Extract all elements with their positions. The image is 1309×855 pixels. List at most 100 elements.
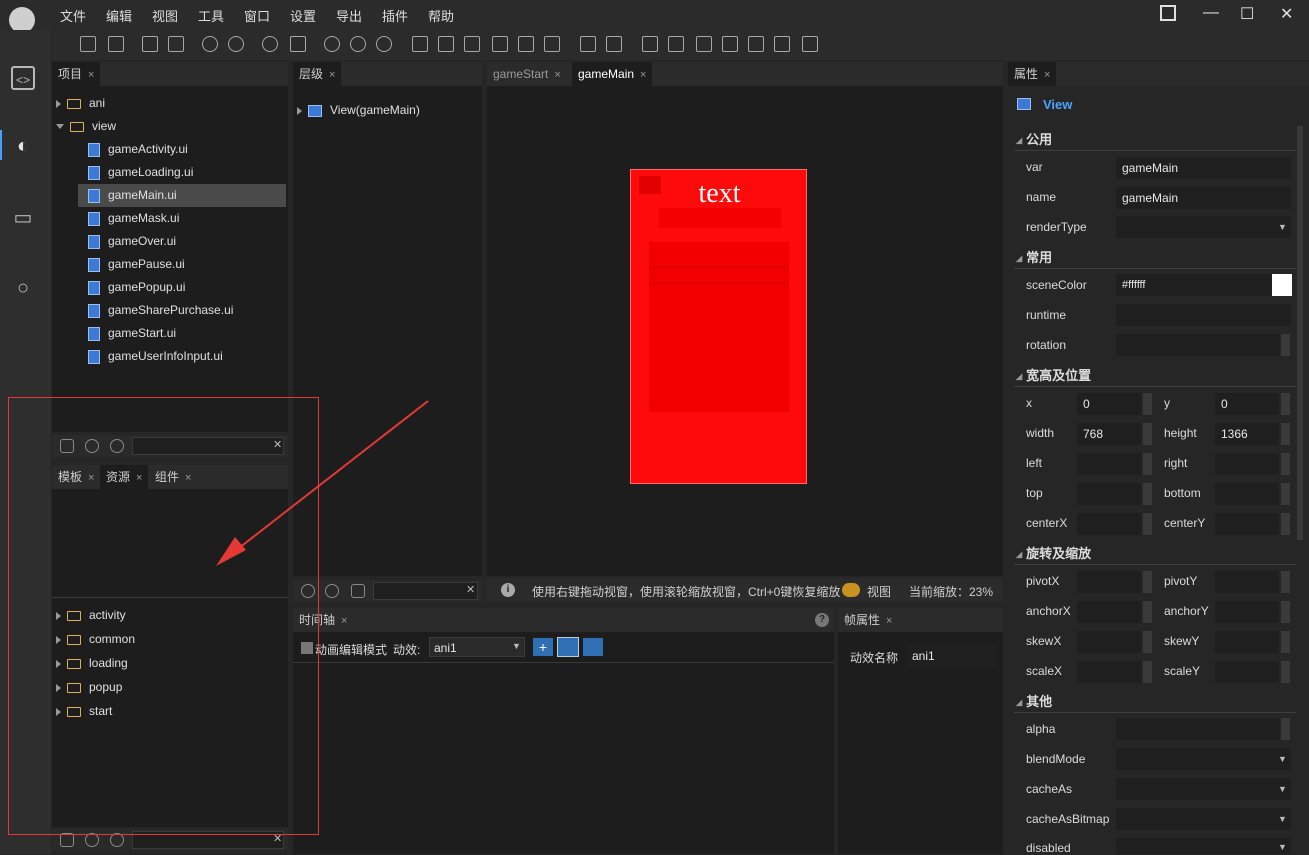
code-icon[interactable]: <> [11,66,35,90]
bottom-input[interactable] [1215,483,1279,505]
alpha-stepper[interactable] [1281,718,1290,740]
chat-icon[interactable]: ▭ [11,206,35,230]
anim-select[interactable]: ani1 ▼ [429,637,525,657]
section-rot-scale[interactable]: 旋转及缩放 [1016,543,1091,562]
close-icon[interactable]: × [329,69,335,81]
skewx-input[interactable] [1077,631,1141,653]
search-icon[interactable]: ○ [11,276,35,300]
menu-settings[interactable]: 设置 [290,6,316,25]
scalex-stepper[interactable] [1143,661,1152,683]
skewy-stepper[interactable] [1281,631,1290,653]
menu-tools[interactable]: 工具 [198,6,224,25]
add-icon[interactable]: + [533,638,553,656]
anchorx-input[interactable] [1077,601,1141,623]
tab-hierarchy[interactable]: 层级 × [293,62,342,86]
clear-icon[interactable]: ✕ [466,583,475,596]
color-swatch[interactable] [1272,274,1292,296]
fit-bottom-left-icon[interactable] [696,36,712,52]
cacheas-select[interactable] [1116,778,1291,800]
runtime-input[interactable] [1116,304,1291,326]
tree-file[interactable]: gameOver.ui [88,231,176,251]
height-stepper[interactable] [1281,423,1290,445]
right-stepper[interactable] [1281,453,1290,475]
save-all-icon[interactable] [168,36,184,52]
height-input[interactable]: 1366 [1215,423,1279,445]
section-common[interactable]: 公用 [1016,129,1052,148]
design-canvas[interactable]: text [487,86,1003,576]
blendmode-select[interactable] [1116,748,1291,770]
rendertype-select[interactable] [1116,216,1291,238]
stage-view[interactable]: text [630,169,807,484]
align-right-icon[interactable] [464,36,480,52]
align-top-icon[interactable] [492,36,508,52]
close-icon[interactable]: × [640,69,646,81]
y-input[interactable]: 0 [1215,393,1279,415]
tree-file-selected[interactable]: gameMain.ui [78,184,286,207]
scaley-stepper[interactable] [1281,661,1290,683]
anchorx-stepper[interactable] [1143,601,1152,623]
y-stepper[interactable] [1281,393,1290,415]
rotation-stepper[interactable] [1281,334,1290,356]
right-input[interactable] [1215,453,1279,475]
tree-folder-view[interactable]: view [56,116,116,136]
minimize-button[interactable]: — [1203,4,1219,22]
anim-name-input[interactable]: ani1 [906,645,998,667]
fit-bottom-right-icon[interactable] [722,36,738,52]
close-icon[interactable]: × [886,615,892,627]
menu-view[interactable]: 视图 [152,6,178,25]
cacheasbitmap-select[interactable] [1116,808,1291,830]
palette-icon[interactable]: ◐ [11,134,35,158]
left-input[interactable] [1077,453,1141,475]
left-stepper[interactable] [1143,453,1152,475]
menu-export[interactable]: 导出 [336,6,362,25]
eye-icon[interactable] [325,584,339,598]
tree-file[interactable]: gameActivity.ui [88,139,188,159]
tree-file[interactable]: gamePopup.ui [88,277,185,297]
pivoty-stepper[interactable] [1281,571,1290,593]
anchory-input[interactable] [1215,601,1279,623]
tree-file[interactable]: gameMask.ui [88,208,179,228]
scaley-input[interactable] [1215,661,1279,683]
menu-plugins[interactable]: 插件 [382,6,408,25]
expand-icon[interactable] [297,106,302,115]
refresh-icon[interactable] [262,36,278,52]
tree-file[interactable]: gameLoading.ui [88,162,193,182]
new-file-icon[interactable] [108,36,124,52]
tree-folder-ani[interactable]: ani [56,93,105,113]
x-stepper[interactable] [1143,393,1152,415]
close-icon[interactable]: × [88,69,94,81]
zoom-in-icon[interactable] [350,36,366,52]
align-middle-icon[interactable] [518,36,534,52]
skewx-stepper[interactable] [1143,631,1152,653]
section-other[interactable]: 其他 [1016,691,1052,710]
fit-width-icon[interactable] [748,36,764,52]
anchory-stepper[interactable] [1281,601,1290,623]
skewy-input[interactable] [1215,631,1279,653]
centerx-input[interactable] [1077,513,1141,535]
tree-file[interactable]: gameSharePurchase.ui [88,300,233,320]
scenecolor-input[interactable]: #ffffff [1116,274,1272,296]
tab-frame-props[interactable]: 帧属性 × [838,608,899,632]
fit-top-left-icon[interactable] [642,36,658,52]
rotation-input[interactable] [1116,334,1280,356]
zoom-out-icon[interactable] [324,36,340,52]
undo-icon[interactable] [202,36,218,52]
collapse-icon[interactable] [56,124,64,130]
width-input[interactable]: 768 [1077,423,1141,445]
disabled-select[interactable] [1116,838,1291,854]
pivotx-stepper[interactable] [1143,571,1152,593]
search-input[interactable] [373,582,478,600]
pivotx-input[interactable] [1077,571,1141,593]
redo-icon[interactable] [228,36,244,52]
name-input[interactable]: gameMain [1116,187,1291,209]
pivoty-input[interactable] [1215,571,1279,593]
section-usual[interactable]: 常用 [1016,247,1052,266]
expand-icon[interactable] [56,99,61,108]
menu-edit[interactable]: 编辑 [106,6,132,25]
tab-gamemain[interactable]: gameMain × [572,62,653,86]
distribute-h-icon[interactable] [580,36,596,52]
zoom-reset-icon[interactable] [376,36,392,52]
var-input[interactable]: gameMain [1116,157,1291,179]
center-icon[interactable] [802,36,818,52]
maximize-button[interactable]: ☐ [1240,4,1254,24]
